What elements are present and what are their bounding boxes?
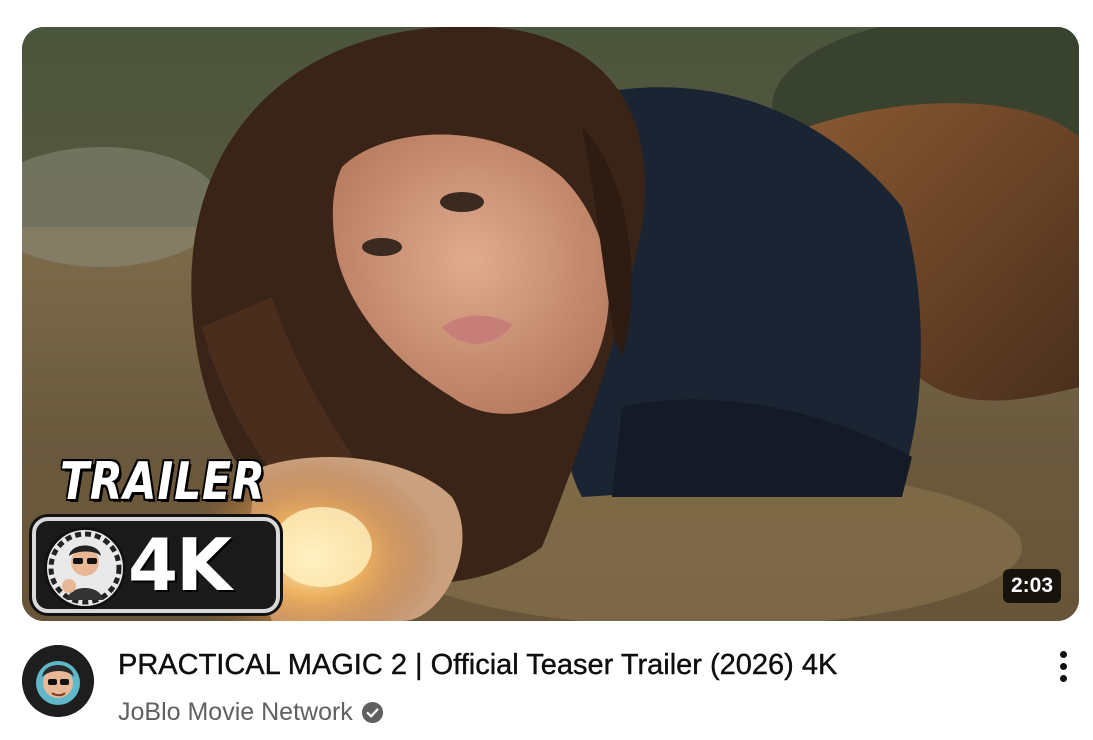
video-title[interactable]: PRACTICAL MAGIC 2 | Official Teaser Trai… — [118, 649, 838, 682]
video-card: TRAILER 4K 2:03 PRACTICAL MAGIC 2 | Offi… — [0, 0, 1093, 740]
video-details: PRACTICAL MAGIC 2 | Official Teaser Trai… — [22, 645, 1079, 735]
video-thumbnail[interactable]: TRAILER 4K 2:03 — [22, 27, 1079, 621]
joblo-mascot-icon — [44, 527, 126, 609]
channel-link[interactable]: JoBlo Movie Network — [118, 698, 384, 727]
duration-badge: 2:03 — [1002, 569, 1061, 603]
channel-avatar[interactable] — [22, 645, 94, 717]
4k-text: 4K — [128, 523, 232, 607]
channel-name[interactable]: JoBlo Movie Network — [118, 698, 353, 727]
more-vertical-icon[interactable] — [1050, 651, 1076, 687]
trailer-label: TRAILER — [60, 452, 266, 512]
4k-badge: 4K — [32, 517, 280, 613]
verified-check-icon — [361, 701, 384, 724]
